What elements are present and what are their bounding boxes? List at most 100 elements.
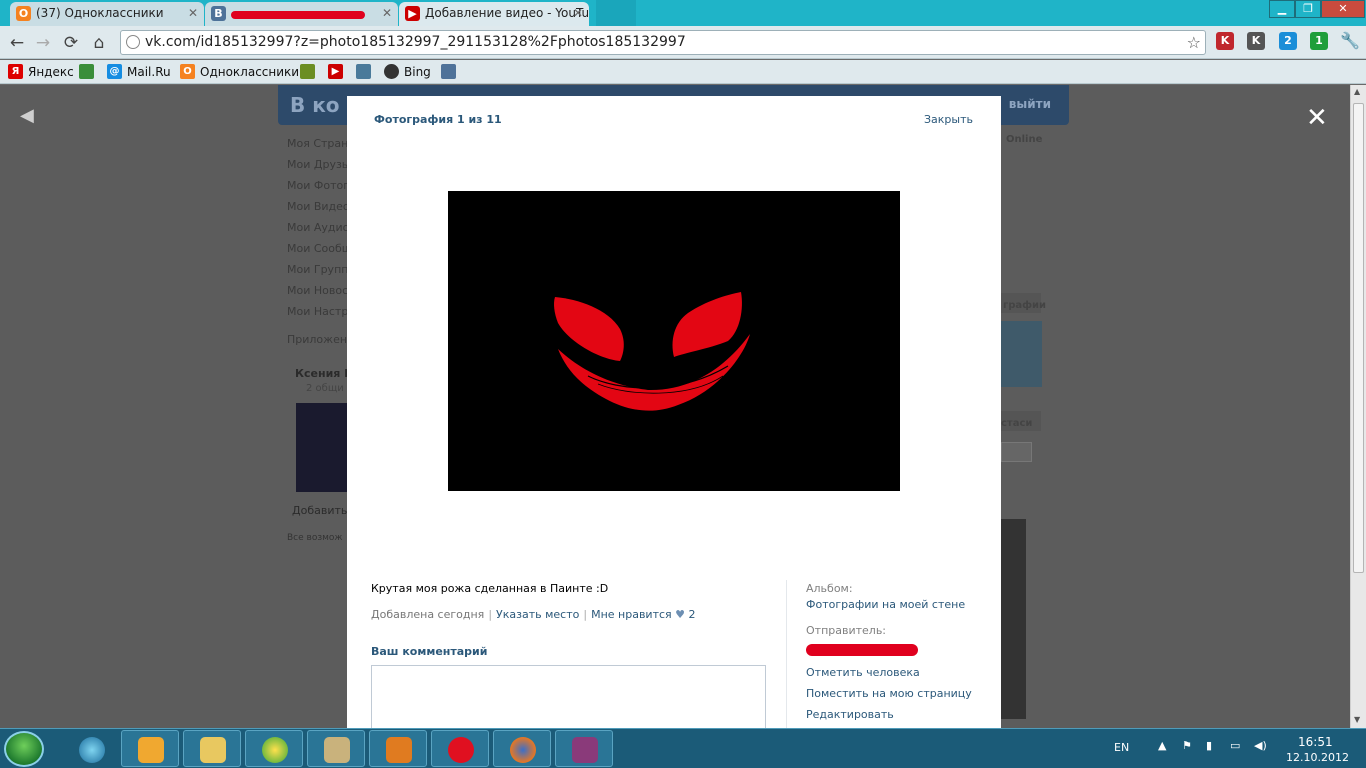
home-icon[interactable]: ⌂ xyxy=(88,32,110,54)
tab-odnoklassniki[interactable]: O (37) Одноклассники ✕ xyxy=(10,2,204,26)
close-link[interactable]: Закрыть xyxy=(924,113,973,126)
image-icon xyxy=(356,64,371,79)
comment-textarea[interactable] xyxy=(371,665,766,728)
badge-count: 1 xyxy=(1315,34,1323,47)
footer-text: Все возмож xyxy=(287,533,343,543)
photo-viewer-modal: Фотография 1 из 11 Закрыть Крутая моя ро… xyxy=(347,96,1001,728)
green-extension-icon[interactable]: 1 xyxy=(1310,32,1328,50)
bookmark-label: Одноклассники xyxy=(200,65,300,79)
clock-time[interactable]: 16:51 xyxy=(1298,735,1333,749)
app-icon xyxy=(262,737,288,763)
language-indicator[interactable]: EN xyxy=(1114,741,1129,754)
photo-meta: Добавлена сегодня | Указать место | Мне нрав… xyxy=(371,608,696,621)
right-eye xyxy=(672,292,742,357)
album-link[interactable]: Фотографии на моей стене xyxy=(806,598,972,624)
paint-icon xyxy=(324,737,350,763)
like-link[interactable]: Мне нравится xyxy=(591,608,672,621)
scroll-up-icon[interactable]: ▲ xyxy=(1354,87,1360,96)
app-icon xyxy=(300,64,315,79)
bookmark-youtube[interactable]: ▶ xyxy=(328,63,348,81)
right-image xyxy=(1001,519,1026,719)
bing-icon xyxy=(384,64,399,79)
taskbar-app-3[interactable] xyxy=(183,730,241,767)
like-count: 2 xyxy=(688,608,696,621)
minimize-button[interactable]: ▁ xyxy=(1269,0,1295,18)
friend-image[interactable] xyxy=(296,403,348,492)
place-link[interactable]: Указать место xyxy=(496,608,579,621)
sender-name[interactable] xyxy=(806,640,972,666)
added-date: Добавлена сегодня xyxy=(371,608,485,621)
bookmark-7[interactable] xyxy=(356,63,376,81)
wrench-menu-icon[interactable]: 🔧 xyxy=(1340,32,1360,50)
tab-close-icon[interactable]: ✕ xyxy=(382,2,392,24)
vk-logo[interactable]: В ко xyxy=(290,93,340,117)
clock-date[interactable]: 12.10.2012 xyxy=(1286,751,1349,764)
bookmark-mailru[interactable]: @ Mail.Ru xyxy=(107,63,171,81)
sender-label: Отправитель: xyxy=(806,624,887,637)
back-arrow-icon[interactable]: ← xyxy=(6,32,28,54)
mail-extension-icon[interactable]: 2 xyxy=(1279,32,1297,50)
chat-icon xyxy=(441,64,456,79)
maximize-button[interactable]: ❐ xyxy=(1295,0,1321,18)
redaction-mark xyxy=(806,644,918,656)
previous-photo-arrow-icon[interactable]: ◀ xyxy=(20,105,34,126)
taskbar-winrar[interactable] xyxy=(555,730,613,767)
bookmark-2[interactable] xyxy=(79,63,99,81)
tab-close-icon[interactable]: ✕ xyxy=(188,2,198,24)
bookmarks-bar: Я Яндекс @ Mail.Ru O Одноклассники ▶ Bing xyxy=(0,60,1366,84)
url-text: vk.com/id185132997?z=photo185132997_2911… xyxy=(145,34,686,50)
system-tray: EN ▲ ⚑ ▮ ▭ ◀) 16:51 12.10.2012 xyxy=(1108,729,1366,768)
forward-arrow-icon[interactable]: → xyxy=(32,32,54,54)
opera-icon xyxy=(448,737,474,763)
tab-youtube[interactable]: ▶ Добавление видео - YouTu ✕ xyxy=(399,2,589,26)
save-to-page-link[interactable]: Поместить на мою страницу xyxy=(806,687,972,708)
bookmark-9[interactable] xyxy=(441,63,461,81)
volume-icon[interactable]: ◀) xyxy=(1254,739,1267,752)
battery-icon[interactable]: ▭ xyxy=(1230,739,1240,752)
comment-title: Ваш комментарий xyxy=(371,645,488,658)
kaspersky-icon[interactable]: K xyxy=(1216,32,1234,50)
reload-icon[interactable]: ⟳ xyxy=(60,32,82,54)
logout-link[interactable]: выйти xyxy=(1009,97,1051,111)
network-icon[interactable]: ▮ xyxy=(1206,739,1212,752)
taskbar-app-6[interactable] xyxy=(369,730,427,767)
scroll-thumb[interactable] xyxy=(1353,103,1364,573)
right-photo-thumb[interactable] xyxy=(1001,321,1042,387)
page-scrollbar[interactable]: ▲ ▼ xyxy=(1350,85,1366,728)
bookmark-yandex[interactable]: Я Яндекс xyxy=(8,63,74,81)
close-viewer-icon[interactable]: ✕ xyxy=(1306,103,1328,133)
close-window-button[interactable]: ✕ xyxy=(1321,0,1365,18)
start-button[interactable] xyxy=(4,731,44,767)
tray-expand-icon[interactable]: ▲ xyxy=(1158,739,1166,752)
address-bar[interactable]: vk.com/id185132997?z=photo185132997_2911… xyxy=(120,30,1206,55)
taskbar-firefox[interactable] xyxy=(493,730,551,767)
tag-person-link[interactable]: Отметить человека xyxy=(806,666,972,687)
bookmark-star-icon[interactable]: ☆ xyxy=(1187,31,1201,54)
taskbar-opera[interactable] xyxy=(431,730,489,767)
scroll-down-icon[interactable]: ▼ xyxy=(1354,715,1360,724)
taskbar-app-5[interactable] xyxy=(307,730,365,767)
globe-icon xyxy=(126,35,140,49)
new-tab-button[interactable] xyxy=(596,0,636,26)
bookmark-bing[interactable]: Bing xyxy=(384,63,431,81)
add-link[interactable]: Добавить xyxy=(292,504,347,517)
taskbar-app-4[interactable] xyxy=(245,730,303,767)
heart-icon[interactable]: ♥ xyxy=(675,608,685,621)
taskbar-app-1[interactable] xyxy=(62,730,120,767)
tab-vk[interactable]: B ✕ xyxy=(205,2,398,26)
tab-close-icon[interactable]: ✕ xyxy=(573,2,583,24)
bookmark-label: Mail.Ru xyxy=(127,65,171,79)
flag-icon[interactable]: ⚑ xyxy=(1182,739,1192,752)
bookmark-odnoklassniki[interactable]: O Одноклассники xyxy=(180,63,299,81)
mailru-icon: @ xyxy=(107,64,122,79)
photo-image[interactable] xyxy=(448,191,900,491)
right-section-header: графии xyxy=(1001,293,1046,313)
friend-name[interactable]: Ксения К xyxy=(295,367,353,380)
right-input[interactable] xyxy=(1001,442,1032,462)
tool-icon xyxy=(386,737,412,763)
k-extension-icon[interactable]: K xyxy=(1247,32,1265,50)
bookmark-5[interactable] xyxy=(300,63,320,81)
odnoklassniki-icon: O xyxy=(180,64,195,79)
edit-link[interactable]: Редактировать xyxy=(806,708,972,728)
taskbar-app-2[interactable] xyxy=(121,730,179,767)
